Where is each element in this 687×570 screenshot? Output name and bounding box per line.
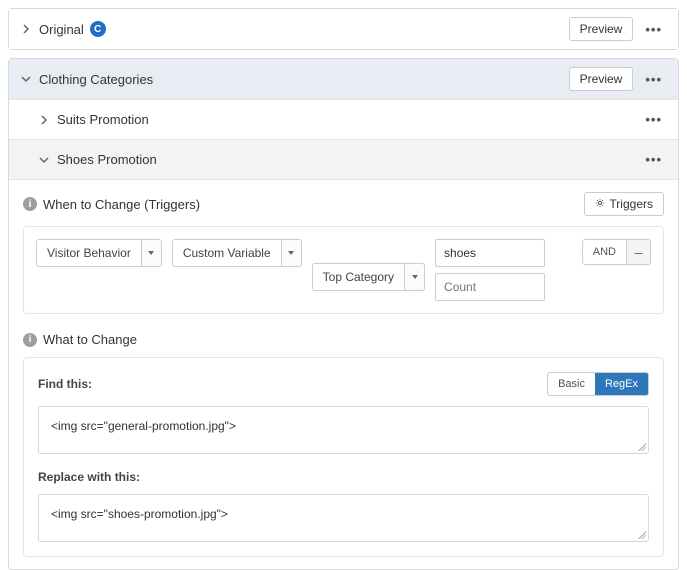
visitor-behavior-dropdown[interactable]: Visitor Behavior	[36, 239, 162, 267]
what-section: i What to Change	[23, 332, 664, 347]
more-icon[interactable]: •••	[639, 108, 668, 131]
clothing-title: Clothing Categories	[39, 72, 153, 87]
triggers-button[interactable]: Triggers	[584, 192, 664, 216]
badge-c-icon: C	[90, 21, 106, 37]
triggers-heading: When to Change (Triggers)	[43, 197, 584, 212]
remove-button[interactable]: –	[627, 239, 651, 265]
basic-option[interactable]: Basic	[548, 373, 595, 395]
shoes-row[interactable]: Shoes Promotion •••	[9, 139, 678, 179]
original-header[interactable]: Original C Preview •••	[9, 9, 678, 49]
regex-option[interactable]: RegEx	[595, 373, 648, 395]
shoes-content: i When to Change (Triggers) Triggers Vis…	[9, 179, 678, 569]
caret-down-icon[interactable]	[405, 263, 425, 291]
find-input[interactable]: <img src="general-promotion.jpg">	[38, 406, 649, 454]
chevron-right-icon	[37, 113, 51, 127]
shoes-title: Shoes Promotion	[57, 152, 157, 167]
original-title: Original	[39, 22, 84, 37]
trigger-config: Visitor Behavior Custom Variable Top Cat…	[23, 226, 664, 314]
suits-row[interactable]: Suits Promotion •••	[9, 99, 678, 139]
more-icon[interactable]: •••	[639, 148, 668, 171]
value-input[interactable]	[435, 239, 545, 267]
replace-input[interactable]: <img src="shoes-promotion.jpg">	[38, 494, 649, 542]
custom-variable-label: Custom Variable	[172, 239, 282, 267]
more-icon[interactable]: •••	[639, 18, 668, 41]
original-panel: Original C Preview •••	[8, 8, 679, 50]
preview-button[interactable]: Preview	[569, 17, 634, 41]
chevron-right-icon	[19, 22, 33, 36]
info-icon: i	[23, 197, 37, 211]
gear-icon	[595, 197, 605, 211]
more-icon[interactable]: •••	[639, 68, 668, 91]
triggers-button-label: Triggers	[609, 197, 653, 211]
suits-title: Suits Promotion	[57, 112, 149, 127]
top-category-label: Top Category	[312, 263, 405, 291]
replace-label: Replace with this:	[38, 470, 649, 484]
preview-button[interactable]: Preview	[569, 67, 634, 91]
visitor-behavior-label: Visitor Behavior	[36, 239, 142, 267]
clothing-header[interactable]: Clothing Categories Preview •••	[9, 59, 678, 99]
custom-variable-dropdown[interactable]: Custom Variable	[172, 239, 302, 267]
what-heading: What to Change	[43, 332, 664, 347]
top-category-dropdown[interactable]: Top Category	[312, 263, 425, 291]
triggers-section: i When to Change (Triggers) Triggers	[23, 192, 664, 216]
chevron-down-icon	[37, 153, 51, 167]
and-button[interactable]: AND	[582, 239, 627, 265]
mode-toggle: Basic RegEx	[547, 372, 649, 396]
clothing-panel: Clothing Categories Preview ••• Suits Pr…	[8, 58, 679, 570]
find-label: Find this:	[38, 377, 547, 391]
count-input[interactable]	[435, 273, 545, 301]
caret-down-icon[interactable]	[142, 239, 162, 267]
what-box: Find this: Basic RegEx <img src="general…	[23, 357, 664, 557]
and-group: AND –	[582, 239, 651, 265]
info-icon: i	[23, 333, 37, 347]
chevron-down-icon	[19, 72, 33, 86]
caret-down-icon[interactable]	[282, 239, 302, 267]
